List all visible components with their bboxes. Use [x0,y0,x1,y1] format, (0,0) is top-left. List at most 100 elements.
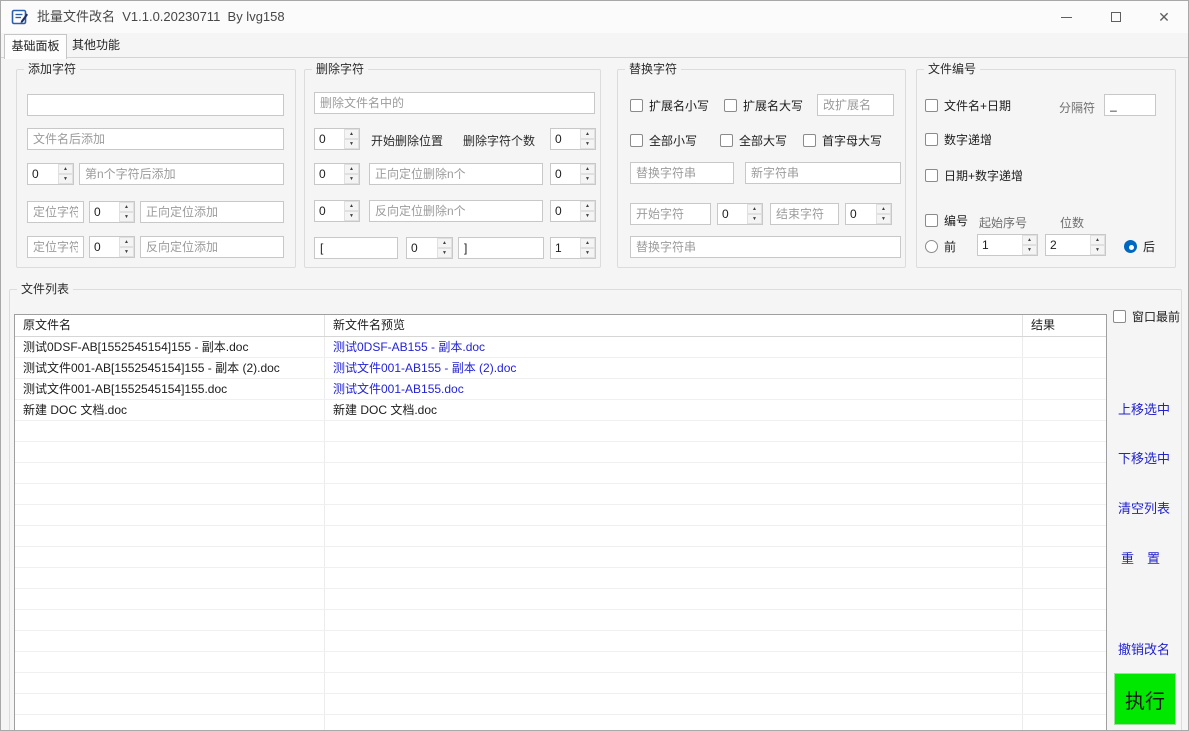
table-row[interactable] [15,610,1106,631]
add-text-input[interactable] [27,94,284,116]
column-header-result[interactable]: 结果 [1023,315,1107,336]
checkbox-name-date[interactable]: 文件名+日期 [925,97,1011,114]
replace-range-input[interactable] [630,236,901,258]
tab-basic-panel[interactable]: 基础面板 [4,34,67,59]
column-header-old-name[interactable]: 原文件名 [15,315,325,336]
delete-bracket-num-stepper[interactable]: ▲▼ [406,237,453,259]
separator-input[interactable] [1104,94,1156,116]
checkbox-date-increment[interactable]: 日期+数字递增 [925,167,1023,184]
spin-up-icon[interactable]: ▲ [1022,235,1037,245]
spin-up-icon[interactable]: ▲ [580,238,595,248]
spin-up-icon[interactable]: ▲ [344,129,359,139]
spin-down-icon[interactable]: ▼ [876,214,891,224]
replace-start-input[interactable] [630,203,711,225]
spin-up-icon[interactable]: ▲ [119,237,134,247]
spin-down-icon[interactable]: ▼ [437,248,452,258]
clear-list-button[interactable]: 清空列表 [1118,498,1170,517]
checkbox-numbering[interactable]: 编号 [925,212,968,229]
delete-fwd-pos-stepper[interactable]: ▲▼ [314,163,360,185]
table-row[interactable] [15,442,1106,463]
spin-down-icon[interactable]: ▼ [580,248,595,258]
spin-up-icon[interactable]: ▲ [437,238,452,248]
title-bar[interactable]: 批量文件改名 V1.1.0.20230711 By lvg158 ✕ [1,1,1188,33]
delete-bracket-num-value[interactable] [407,238,437,258]
digits-stepper[interactable]: ▲▼ [1045,234,1106,256]
spin-down-icon[interactable]: ▼ [747,214,762,224]
tab-other-functions[interactable]: 其他功能 [67,34,125,58]
file-table-header[interactable]: 原文件名 新文件名预览 结果 [15,315,1106,337]
spin-down-icon[interactable]: ▼ [580,139,595,149]
spin-up-icon[interactable]: ▲ [344,201,359,211]
minimize-button[interactable] [1043,1,1089,33]
checkbox-window-topmost[interactable]: 窗口最前 [1113,308,1180,325]
add-rev-value[interactable] [90,237,119,257]
add-rev-stepper[interactable]: ▲▼ [89,236,135,258]
spin-down-icon[interactable]: ▼ [58,174,73,184]
radio-suffix[interactable]: 后 [1124,238,1155,255]
delete-count-value[interactable] [551,129,580,149]
table-row[interactable] [15,421,1106,442]
delete-rev-count-value[interactable] [551,201,580,221]
delete-bracket-close-input[interactable] [458,237,544,259]
table-row[interactable] [15,673,1106,694]
spin-down-icon[interactable]: ▼ [1022,245,1037,255]
spin-up-icon[interactable]: ▲ [344,164,359,174]
table-row[interactable]: 测试文件001-AB[1552545154]155 - 副本 (2).doc 测… [15,358,1106,379]
table-row[interactable] [15,715,1106,731]
checkbox-number-increment[interactable]: 数字递增 [925,131,992,148]
reset-button[interactable]: 重 置 [1121,548,1160,567]
spin-down-icon[interactable]: ▼ [119,212,134,222]
delete-fwd-count-value[interactable] [551,164,580,184]
delete-fwd-pos-value[interactable] [315,164,344,184]
spin-up-icon[interactable]: ▲ [580,129,595,139]
start-seq-stepper[interactable]: ▲▼ [977,234,1038,256]
replace-start-stepper[interactable]: ▲▼ [717,203,763,225]
move-down-button[interactable]: 下移选中 [1118,448,1170,467]
spin-down-icon[interactable]: ▼ [1090,245,1105,255]
checkbox-all-uppercase[interactable]: 全部大写 [720,132,787,149]
delete-fwd-count-stepper[interactable]: ▲▼ [550,163,596,185]
spin-up-icon[interactable]: ▲ [580,201,595,211]
column-header-new-name[interactable]: 新文件名预览 [325,315,1023,336]
add-nth-stepper[interactable]: ▲▼ [27,163,74,185]
table-row[interactable]: 测试0DSF-AB[1552545154]155 - 副本.doc 测试0DSF… [15,337,1106,358]
add-fwd-anchor-input[interactable] [27,201,84,223]
add-fwd-value[interactable] [90,202,119,222]
replace-new-input[interactable] [745,162,901,184]
add-nth-input[interactable] [79,163,284,185]
spin-up-icon[interactable]: ▲ [580,164,595,174]
delete-bracket-count-stepper[interactable]: ▲▼ [550,237,596,259]
delete-rev-count-stepper[interactable]: ▲▼ [550,200,596,222]
spin-up-icon[interactable]: ▲ [119,202,134,212]
spin-up-icon[interactable]: ▲ [58,164,73,174]
table-row[interactable] [15,547,1106,568]
delete-rev-pos-stepper[interactable]: ▲▼ [314,200,360,222]
table-row[interactable]: 测试文件001-AB[1552545154]155.doc 测试文件001-AB… [15,379,1106,400]
radio-prefix[interactable]: 前 [925,238,956,255]
start-seq-value[interactable] [978,235,1022,255]
replace-start-value[interactable] [718,204,747,224]
replace-ext-input[interactable] [817,94,894,116]
add-fwd-stepper[interactable]: ▲▼ [89,201,135,223]
digits-value[interactable] [1046,235,1090,255]
undo-rename-button[interactable]: 撤销改名 [1118,639,1170,658]
table-row[interactable] [15,652,1106,673]
delete-start-value[interactable] [315,129,344,149]
delete-contains-input[interactable] [314,92,595,114]
maximize-button[interactable] [1093,1,1139,33]
replace-end-stepper[interactable]: ▲▼ [845,203,892,225]
add-nth-value[interactable] [28,164,58,184]
delete-rev-pos-value[interactable] [315,201,344,221]
spin-down-icon[interactable]: ▼ [580,211,595,221]
replace-end-input[interactable] [770,203,839,225]
table-row[interactable] [15,631,1106,652]
spin-down-icon[interactable]: ▼ [344,139,359,149]
table-row[interactable]: 新建 DOC 文档.doc 新建 DOC 文档.doc [15,400,1106,421]
add-rev-input[interactable] [140,236,284,258]
add-rev-anchor-input[interactable] [27,236,84,258]
checkbox-ext-uppercase[interactable]: 扩展名大写 [724,97,803,114]
delete-bracket-open-input[interactable] [314,237,398,259]
checkbox-all-lowercase[interactable]: 全部小写 [630,132,697,149]
replace-end-value[interactable] [846,204,876,224]
file-table[interactable]: 原文件名 新文件名预览 结果 测试0DSF-AB[1552545154]155 … [14,314,1107,731]
